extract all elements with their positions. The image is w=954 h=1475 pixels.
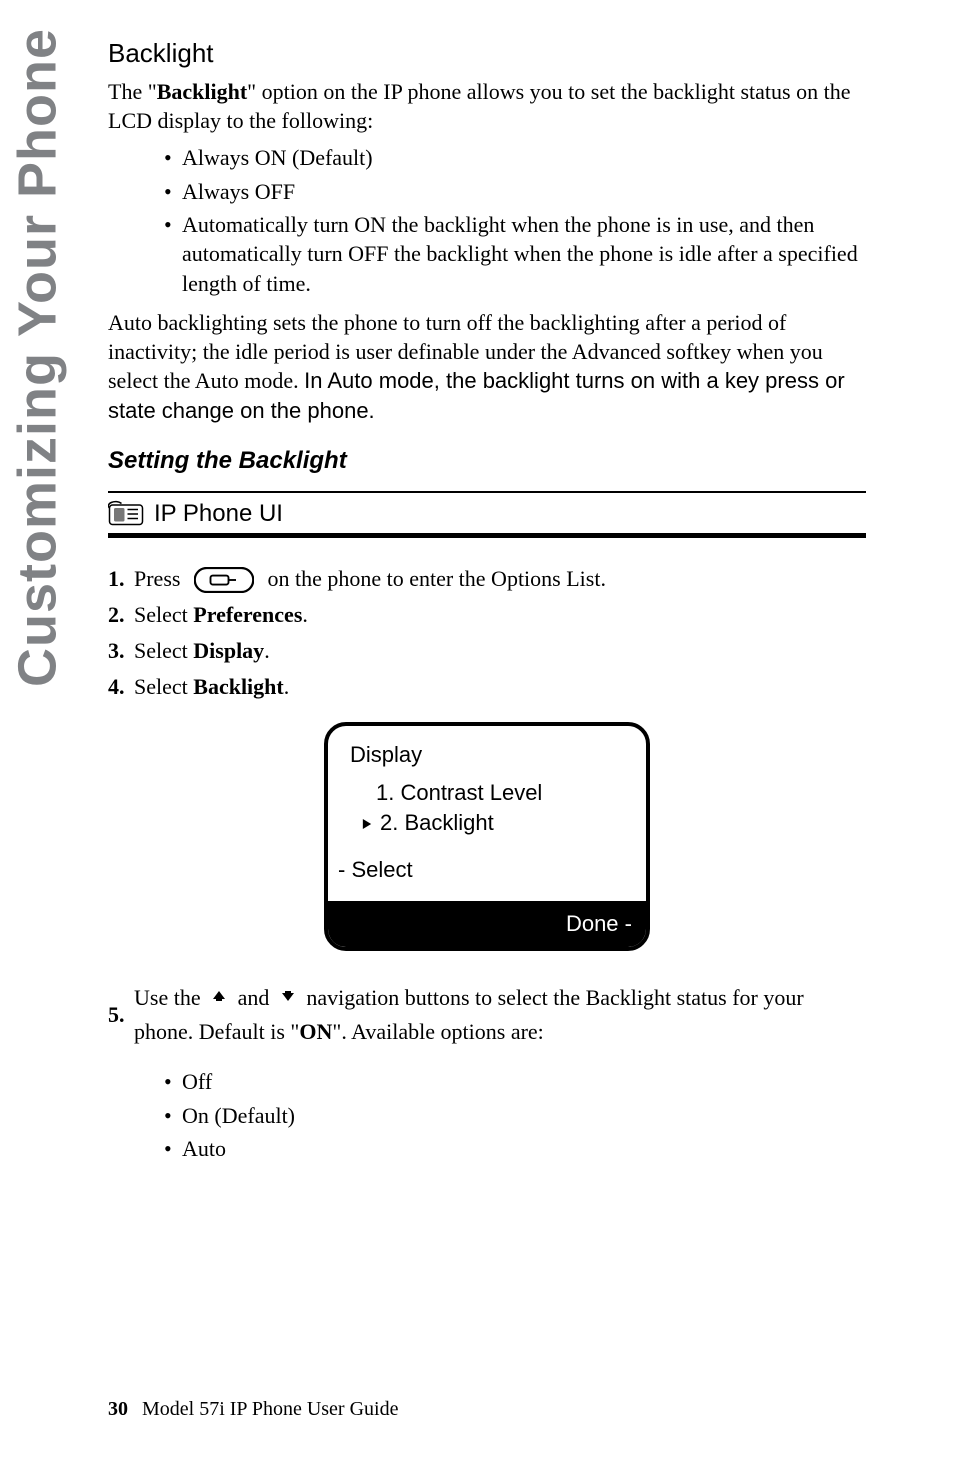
step-1: 1. Press on the phone to enter the Optio… bbox=[108, 562, 866, 596]
lcd-opt2-text: 2. Backlight bbox=[380, 808, 494, 838]
setting-heading: Setting the Backlight bbox=[108, 447, 866, 475]
step-number: 5. bbox=[108, 998, 134, 1032]
step3-bold: Display bbox=[193, 638, 264, 663]
intro-bold: Backlight bbox=[157, 79, 247, 104]
up-arrow-icon bbox=[210, 988, 228, 1010]
list-item: Automatically turn ON the backlight when… bbox=[164, 210, 866, 298]
phone-icon bbox=[108, 499, 144, 529]
step2-a: Select bbox=[134, 602, 193, 627]
step4-bold: Backlight bbox=[193, 674, 283, 699]
step-5: 5. Use the and navigation buttons to sel… bbox=[108, 981, 866, 1049]
step-2: 2. Select Preferences. bbox=[108, 598, 866, 632]
page-number: 30 bbox=[108, 1398, 128, 1420]
lcd-done-softkey: Done - bbox=[328, 901, 646, 947]
step2-bold: Preferences bbox=[193, 602, 302, 627]
lcd-option-2: 2. Backlight bbox=[362, 808, 624, 838]
list-item: Off bbox=[164, 1067, 866, 1096]
bullet-list-1: Always ON (Default) Always OFF Automatic… bbox=[108, 143, 866, 298]
step-number: 3. bbox=[108, 634, 134, 668]
step1-a: Press bbox=[134, 566, 180, 591]
ip-phone-ui-title: IP Phone UI bbox=[154, 500, 283, 528]
step4-b: . bbox=[284, 674, 290, 699]
step1-b: on the phone to enter the Options List. bbox=[267, 566, 606, 591]
page-footer: 30 Model 57i IP Phone User Guide bbox=[108, 1398, 398, 1421]
intro-paragraph: The "Backlight" option on the IP phone a… bbox=[108, 77, 866, 135]
step4-a: Select bbox=[134, 674, 193, 699]
step5-tail-bold: ON bbox=[299, 1019, 332, 1044]
step3-a: Select bbox=[134, 638, 193, 663]
auto-backlight-paragraph: Auto backlighting sets the phone to turn… bbox=[108, 308, 866, 424]
lcd-screenshot: Display 1. Contrast Level 2. Backlight -… bbox=[324, 722, 650, 951]
intro-open: The " bbox=[108, 79, 157, 104]
doc-title: Model 57i IP Phone User Guide bbox=[142, 1398, 398, 1420]
step-3: 3. Select Display. bbox=[108, 634, 866, 668]
list-item: On (Default) bbox=[164, 1101, 866, 1130]
lcd-select-softkey: - Select bbox=[328, 857, 646, 901]
step-4: 4. Select Backlight. bbox=[108, 670, 866, 704]
step-number: 4. bbox=[108, 670, 134, 704]
step-number: 1. bbox=[108, 562, 134, 596]
steps-list-2: 5. Use the and navigation buttons to sel… bbox=[108, 981, 866, 1049]
bullet-list-2: Off On (Default) Auto bbox=[108, 1067, 866, 1163]
options-key-icon bbox=[194, 567, 254, 593]
list-item: Always OFF bbox=[164, 177, 866, 206]
lcd-opt1-text: 1. Contrast Level bbox=[376, 778, 542, 808]
list-item: Always ON (Default) bbox=[164, 143, 866, 172]
step2-b: . bbox=[302, 602, 308, 627]
list-item: Auto bbox=[164, 1134, 866, 1163]
step3-b: . bbox=[264, 638, 270, 663]
section-title: Backlight bbox=[108, 38, 866, 69]
ip-phone-ui-box: IP Phone UI bbox=[108, 491, 866, 538]
lcd-title: Display bbox=[328, 742, 646, 774]
step-number: 2. bbox=[108, 598, 134, 632]
step5-pre: Use the bbox=[134, 985, 201, 1010]
step5-tail-b: ". Available options are: bbox=[332, 1019, 543, 1044]
step5-mid: and bbox=[238, 985, 270, 1010]
down-arrow-icon bbox=[279, 988, 297, 1010]
steps-list: 1. Press on the phone to enter the Optio… bbox=[108, 562, 866, 704]
sidebar-tab: Customizing Your Phone bbox=[0, 28, 75, 708]
lcd-option-1: 1. Contrast Level bbox=[362, 778, 624, 808]
